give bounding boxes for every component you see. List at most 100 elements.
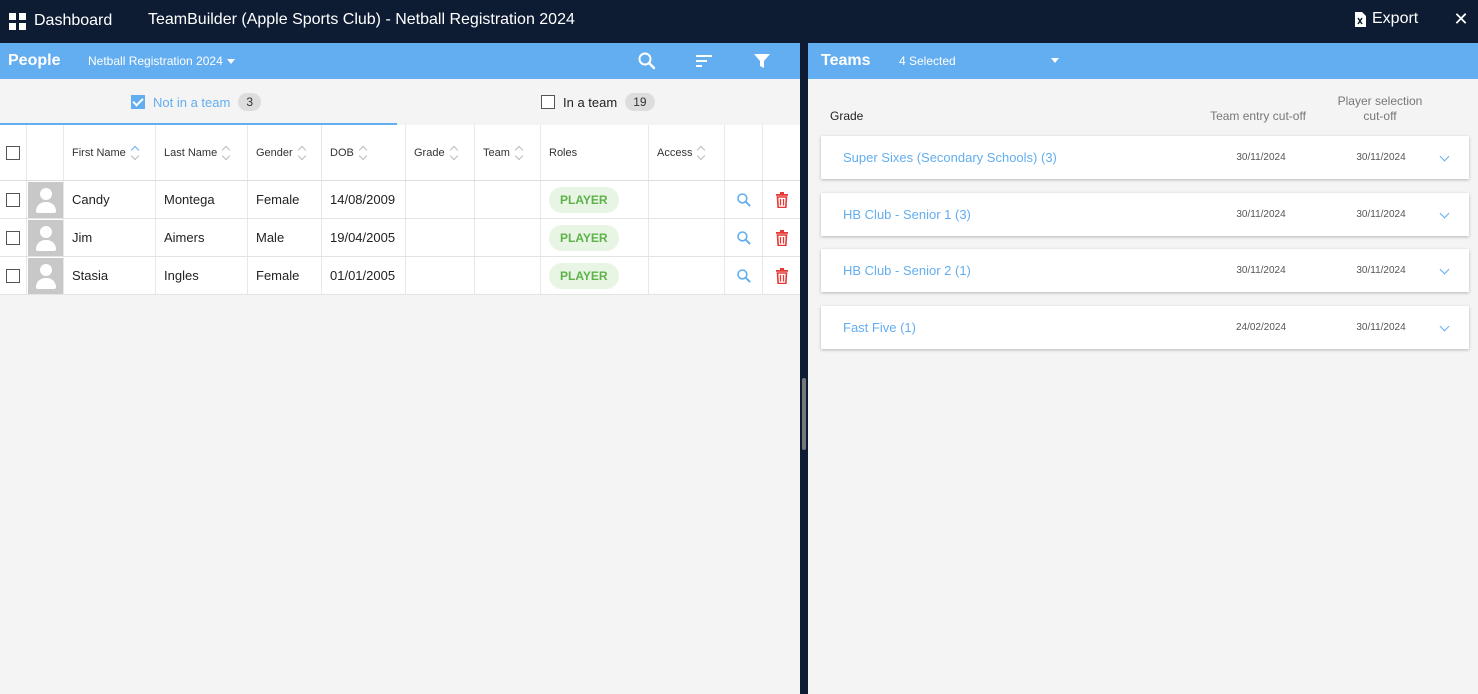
not-in-team-label: Not in a team (153, 94, 231, 110)
column-header-dob[interactable]: DOB (322, 125, 406, 180)
sort-icon[interactable] (694, 51, 714, 71)
delete-cell (763, 181, 800, 218)
player-header-line1: Player selection (1337, 94, 1423, 108)
grade-cell (406, 181, 475, 218)
delete-cell (763, 219, 800, 256)
avatar-cell (27, 181, 64, 218)
grade-cell (406, 219, 475, 256)
people-panel: People Netball Registration 2024 Not in … (0, 43, 800, 694)
row-checkbox[interactable] (6, 268, 20, 283)
team-card[interactable]: HB Club - Senior 2 (1) 30/11/2024 30/11/… (821, 249, 1469, 292)
column-header-access[interactable]: Access (649, 125, 725, 180)
team-card[interactable]: HB Club - Senior 1 (3) 30/11/2024 30/11/… (821, 193, 1469, 236)
team-card[interactable]: Fast Five (1) 24/02/2024 30/11/2024 (821, 306, 1469, 349)
last-name-cell: Ingles (156, 257, 248, 294)
not-in-team-toggle[interactable]: Not in a team 3 (131, 93, 262, 111)
first-name-cell: Stasia (64, 257, 156, 294)
column-header-grade[interactable]: Grade (406, 125, 475, 180)
column-header-first-name[interactable]: First Name (64, 125, 156, 180)
player-selection-date: 30/11/2024 (1356, 152, 1406, 163)
teams-header: Teams 4 Selected (808, 43, 1478, 79)
sort-arrows-icon (449, 145, 458, 160)
player-selection-date: 30/11/2024 (1356, 209, 1406, 220)
team-cell (475, 257, 541, 294)
teams-selected-label: 4 Selected (899, 54, 956, 68)
delete-header (763, 125, 800, 180)
team-cell (475, 181, 541, 218)
column-label: DOB (330, 146, 354, 159)
search-icon[interactable] (637, 51, 657, 71)
row-checkbox[interactable] (6, 192, 20, 207)
column-header-gender[interactable]: Gender (248, 125, 322, 180)
column-label: Gender (256, 146, 293, 159)
export-file-icon (1355, 11, 1366, 27)
avatar-cell (27, 219, 64, 256)
roles-cell: PLAYER (541, 219, 649, 256)
table-row[interactable]: Stasia Ingles Female 01/01/2005 PLAYER (0, 257, 800, 295)
people-title: People (8, 52, 61, 69)
not-in-team-count: 3 (238, 93, 262, 111)
column-label: Team (483, 146, 510, 159)
view-search-icon[interactable] (736, 268, 752, 284)
player-selection-date: 30/11/2024 (1356, 322, 1406, 333)
not-in-team-checkbox[interactable] (131, 95, 145, 109)
action-header (725, 125, 763, 180)
in-team-toggle[interactable]: In a team 19 (541, 93, 655, 111)
team-filter-row: Not in a team 3 In a team 19 (0, 79, 800, 125)
column-header-team[interactable]: Team (475, 125, 541, 180)
sort-arrows-icon (358, 145, 368, 160)
access-cell (649, 257, 725, 294)
row-checkbox[interactable] (6, 230, 20, 245)
player-selection-date: 30/11/2024 (1356, 265, 1406, 276)
dashboard-button[interactable]: Dashboard (9, 10, 112, 32)
trash-icon[interactable] (775, 267, 789, 284)
avatar (28, 257, 63, 294)
registration-label: Netball Registration 2024 (88, 54, 223, 68)
view-search-icon[interactable] (736, 230, 752, 246)
close-icon[interactable]: ✕ (1452, 9, 1470, 30)
column-header-last-name[interactable]: Last Name (156, 125, 248, 180)
top-bar: Dashboard TeamBuilder (Apple Sports Club… (0, 0, 1478, 43)
registration-dropdown[interactable]: Netball Registration 2024 (88, 54, 235, 68)
table-row[interactable]: Candy Montega Female 14/08/2009 PLAYER (0, 181, 800, 219)
chevron-down-icon[interactable] (1439, 208, 1450, 219)
export-button[interactable]: Export (1354, 10, 1418, 28)
teams-selection-dropdown[interactable]: 4 Selected (899, 54, 1059, 68)
last-name-cell: Aimers (156, 219, 248, 256)
sort-arrows-icon (514, 145, 524, 160)
select-all-cell (0, 125, 27, 180)
trash-icon[interactable] (775, 229, 789, 246)
filter-icon[interactable] (752, 51, 772, 71)
table-row[interactable]: Jim Aimers Male 19/04/2005 PLAYER (0, 219, 800, 257)
team-card[interactable]: Super Sixes (Secondary Schools) (3) 30/1… (821, 136, 1469, 179)
dashboard-grid-icon (9, 12, 26, 30)
scrollbar-thumb[interactable] (802, 378, 806, 450)
team-name[interactable]: Fast Five (1) (843, 320, 916, 335)
chevron-down-icon[interactable] (1439, 321, 1450, 332)
chevron-down-icon[interactable] (1439, 151, 1450, 162)
panel-divider[interactable] (800, 43, 808, 694)
player-selection-cutoff-header: Player selection cut-off (1328, 94, 1432, 124)
team-name[interactable]: HB Club - Senior 2 (1) (843, 263, 971, 278)
teams-title: Teams (821, 52, 871, 69)
in-team-checkbox[interactable] (541, 95, 555, 109)
role-badge: PLAYER (549, 262, 619, 289)
dob-cell: 01/01/2005 (322, 257, 406, 294)
dob-cell: 19/04/2005 (322, 219, 406, 256)
row-select-cell (0, 219, 27, 256)
people-header: People Netball Registration 2024 (0, 43, 800, 79)
role-badge: PLAYER (549, 186, 619, 213)
chevron-down-icon[interactable] (1439, 264, 1450, 275)
view-search-icon[interactable] (736, 192, 752, 208)
caret-down-icon (226, 58, 235, 64)
trash-icon[interactable] (775, 191, 789, 208)
gender-cell: Female (248, 181, 322, 218)
team-name[interactable]: HB Club - Senior 1 (3) (843, 207, 971, 222)
select-all-checkbox[interactable] (6, 145, 20, 160)
access-cell (649, 219, 725, 256)
team-name[interactable]: Super Sixes (Secondary Schools) (3) (843, 150, 1057, 165)
view-cell (725, 219, 763, 256)
last-name-cell: Montega (156, 181, 248, 218)
team-entry-date: 24/02/2024 (1235, 322, 1287, 333)
app-title: TeamBuilder (Apple Sports Club) - Netbal… (148, 11, 575, 28)
